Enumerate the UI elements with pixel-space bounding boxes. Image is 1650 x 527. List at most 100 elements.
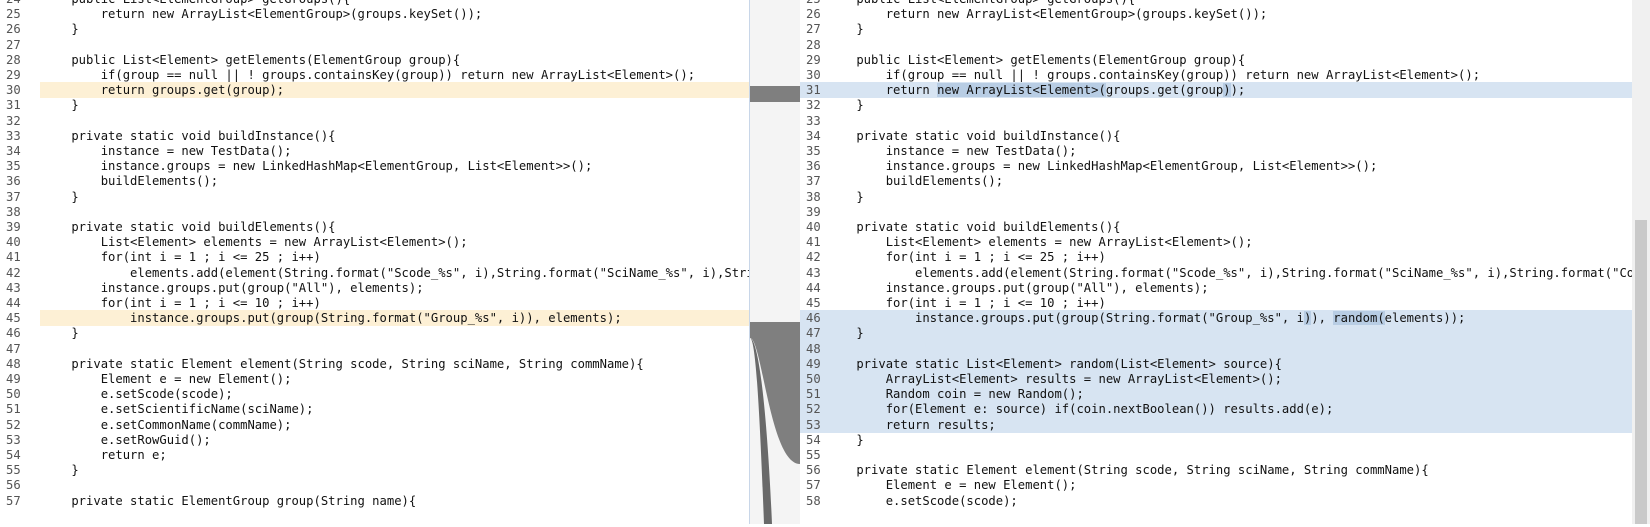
line-number: 29	[6, 68, 21, 82]
right-code-line[interactable]: 34 private static void buildInstance(){	[800, 128, 1632, 144]
code-text: return new ArrayList<ElementGroup>(group…	[827, 7, 1268, 22]
left-code-line[interactable]: 37 }	[0, 189, 750, 205]
line-number: 31	[6, 98, 21, 113]
line-number: 52	[6, 417, 21, 432]
right-code-line[interactable]: 45 for(int i = 1 ; i <= 10 ; i++)	[800, 295, 1632, 311]
left-code-line[interactable]: 32	[0, 113, 750, 129]
diff-change-highlight: )	[1223, 83, 1231, 98]
right-code-line[interactable]: 33	[800, 113, 1632, 129]
line-number: 55	[6, 463, 21, 478]
left-code-line[interactable]: 28 public List<Element> getElements(Elem…	[0, 52, 750, 68]
line-number: 27	[6, 37, 21, 52]
right-code-line[interactable]: 56 private static Element element(String…	[800, 462, 1632, 478]
left-code-line[interactable]: 34 instance = new TestData();	[0, 143, 750, 159]
code-text: buildElements();	[827, 174, 1004, 189]
right-code-line[interactable]: 48	[800, 340, 1632, 357]
code-text: private static void buildInstance(){	[42, 128, 336, 143]
right-code-line[interactable]: 44 instance.groups.put(group("All"), ele…	[800, 280, 1632, 296]
code-text: for(int i = 1 ; i <= 25 ; i++)	[42, 250, 321, 265]
left-code-line[interactable]: 43 instance.groups.put(group("All"), ele…	[0, 280, 750, 296]
left-code-line[interactable]: 40 List<Element> elements = new ArrayLis…	[0, 234, 750, 250]
right-code-line[interactable]: 46 instance.groups.put(group(String.form…	[800, 310, 1632, 327]
left-code-line[interactable]: 25 return new ArrayList<ElementGroup>(gr…	[0, 6, 750, 22]
right-code-line[interactable]: 31 return new ArrayList<Element>(groups.…	[800, 82, 1632, 99]
right-code-line[interactable]: 51 Random coin = new Random();	[800, 386, 1632, 403]
left-code-line[interactable]: 49 Element e = new Element();	[0, 371, 750, 387]
left-editor-pane[interactable]: 24 public List<ElementGroup> getGroups()…	[0, 0, 750, 524]
code-text: elements.add(element(String.format("Scod…	[915, 265, 1632, 280]
right-editor-pane[interactable]: 25 public List<ElementGroup> getGroups()…	[800, 0, 1632, 524]
right-code-line[interactable]: 50 ArrayList<Element> results = new Arra…	[800, 371, 1632, 387]
right-code-line[interactable]: 49 private static List<Element> random(L…	[800, 355, 1632, 372]
right-code-line[interactable]: 30 if(group == null || ! groups.contains…	[800, 67, 1632, 83]
left-code-line[interactable]: 27	[0, 37, 750, 53]
left-code-line[interactable]: 41 for(int i = 1 ; i <= 25 ; i++)	[0, 249, 750, 265]
left-code-line[interactable]: 52 e.setCommonName(commName);	[0, 417, 750, 433]
diff-change-highlight: )	[1303, 311, 1312, 326]
left-code-line[interactable]: 45 instance.groups.put(group(String.form…	[6, 310, 750, 327]
right-code-line[interactable]: 40 private static void buildElements(){	[800, 219, 1632, 235]
code-text: private static void buildElements(){	[827, 220, 1121, 234]
left-code-line[interactable]: 55 }	[0, 462, 750, 478]
left-code-line[interactable]: 33 private static void buildInstance(){	[0, 128, 750, 144]
code-text: List<Element> elements = new ArrayList<E…	[827, 235, 1253, 250]
scrollbar-thumb[interactable]	[1635, 220, 1647, 524]
line-number: 39	[6, 220, 21, 234]
code-text: if(group == null || ! groups.containsKey…	[42, 68, 696, 82]
left-code-line[interactable]: 31 }	[0, 97, 750, 113]
right-code-line[interactable]: 57 Element e = new Element();	[800, 477, 1632, 493]
left-code-line[interactable]: 53 e.setRowGuid();	[0, 432, 750, 448]
code-text: return e;	[42, 448, 167, 462]
left-code-line[interactable]: 56	[0, 477, 750, 493]
right-code-line[interactable]: 29 public List<Element> getElements(Elem…	[800, 52, 1632, 68]
connector-change-2	[750, 322, 800, 464]
right-code-line[interactable]: 42 for(int i = 1 ; i <= 25 ; i++)	[800, 249, 1632, 265]
right-code-line[interactable]: 37 buildElements();	[800, 173, 1632, 189]
right-code-line[interactable]: 27 }	[800, 21, 1632, 37]
code-text: elements.add(element(String.format("Scod…	[130, 265, 750, 280]
line-number: 48	[806, 341, 821, 356]
code-text: instance.groups.put(group(String.format(…	[827, 311, 1466, 326]
left-code-line[interactable]: 54 return e;	[0, 447, 750, 463]
left-code-line[interactable]: 35 instance.groups = new LinkedHashMap<E…	[0, 158, 750, 174]
right-code-line[interactable]: 58 e.setScode(scode);	[800, 493, 1632, 509]
left-code-line[interactable]: 51 e.setScientificName(sciName);	[0, 401, 750, 417]
left-code-line[interactable]: 48 private static Element element(String…	[0, 356, 750, 372]
left-code-line[interactable]: 57 private static ElementGroup group(Str…	[0, 493, 750, 509]
left-code-line[interactable]: 46 }	[0, 325, 750, 341]
left-code-line[interactable]: 38	[0, 204, 750, 220]
right-code-line[interactable]: 43 elements.add(element(String.format("S…	[800, 265, 1632, 281]
right-code-line[interactable]: 28	[800, 37, 1632, 53]
left-code-line[interactable]: 44 for(int i = 1 ; i <= 10 ; i++)	[0, 295, 750, 311]
left-code-line[interactable]: 29 if(group == null || ! groups.contains…	[0, 67, 750, 83]
right-code-line[interactable]: 54 }	[800, 432, 1632, 448]
right-code-line[interactable]: 53 return results;	[800, 416, 1632, 433]
left-code-line[interactable]: 30 return groups.get(group);	[6, 82, 750, 99]
right-code-line[interactable]: 36 instance.groups = new LinkedHashMap<E…	[800, 158, 1632, 174]
left-code-line[interactable]: 50 e.setScode(scode);	[0, 386, 750, 402]
code-text: return groups.get(group);	[42, 83, 285, 98]
right-code-line[interactable]: 35 instance = new TestData();	[800, 143, 1632, 159]
left-code-line[interactable]: 26 }	[0, 21, 750, 37]
left-code-line[interactable]: 36 buildElements();	[0, 173, 750, 189]
right-code-line[interactable]: 55	[800, 447, 1632, 463]
code-text: }	[42, 189, 79, 204]
line-number: 26	[6, 22, 21, 37]
code-text: e.setRowGuid();	[42, 432, 211, 447]
line-number: 51	[6, 402, 21, 417]
right-code-line[interactable]: 38 }	[800, 189, 1632, 205]
code-text: }	[827, 432, 864, 447]
code-text: List<Element> elements = new ArrayList<E…	[42, 235, 468, 250]
right-code-line[interactable]: 47 }	[800, 325, 1632, 342]
right-code-line[interactable]: 32 }	[800, 97, 1632, 113]
left-code-line[interactable]: 47	[0, 341, 750, 357]
right-code-line[interactable]: 26 return new ArrayList<ElementGroup>(gr…	[800, 6, 1632, 22]
line-number: 41	[6, 250, 21, 265]
code-text: }	[827, 98, 864, 113]
right-code-line[interactable]: 41 List<Element> elements = new ArrayLis…	[800, 234, 1632, 250]
code-text: Element e = new Element();	[827, 478, 1077, 493]
left-code-line[interactable]: 42 elements.add(element(String.format("S…	[0, 265, 750, 281]
left-code-line[interactable]: 39 private static void buildElements(){	[0, 219, 750, 235]
right-code-line[interactable]: 52 for(Element e: source) if(coin.nextBo…	[800, 401, 1632, 418]
right-code-line[interactable]: 39	[800, 204, 1632, 220]
